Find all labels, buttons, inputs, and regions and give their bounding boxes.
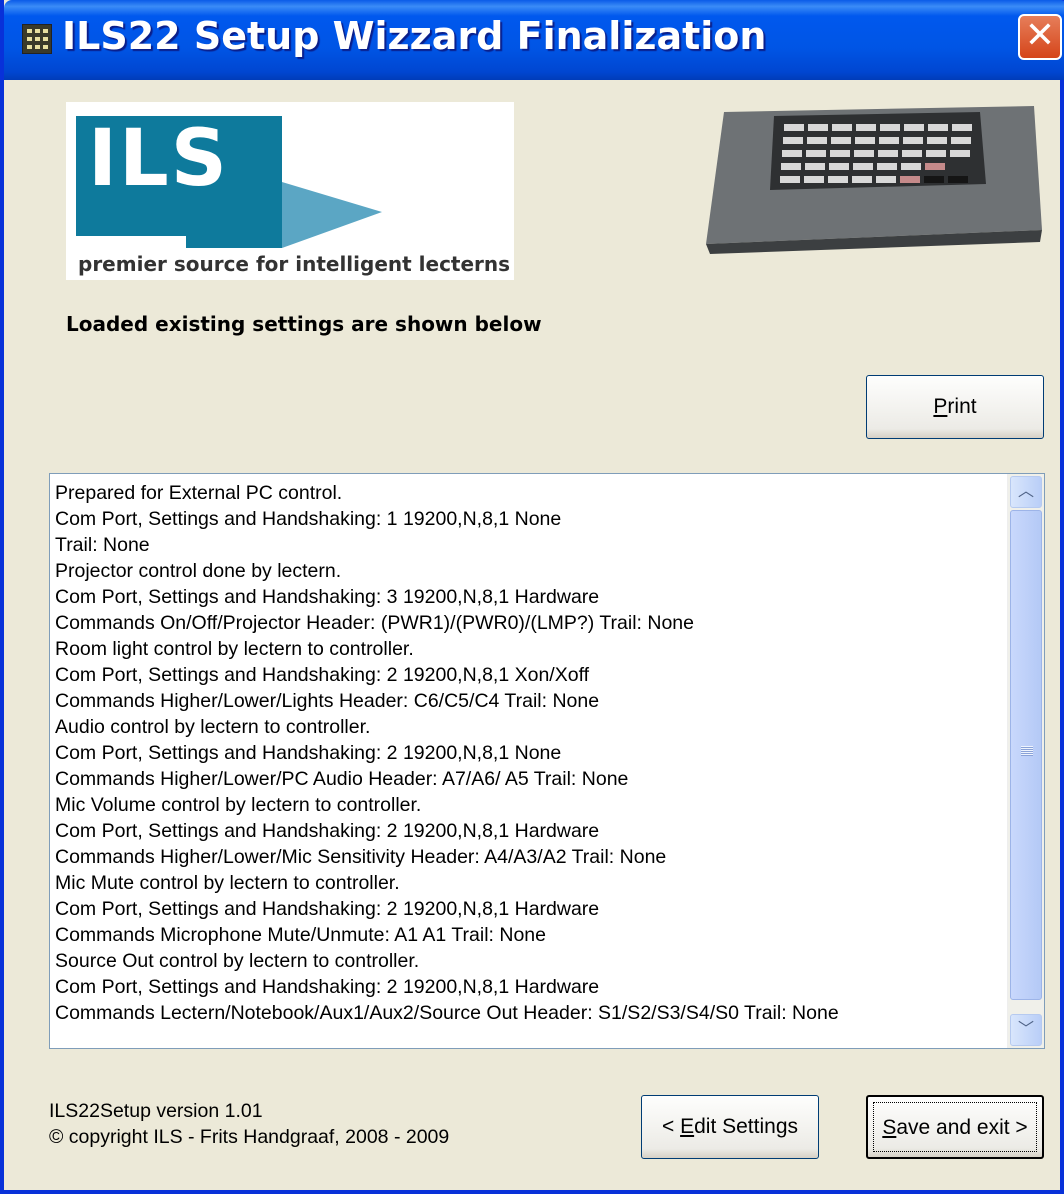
scroll-up-button[interactable]: ︿ xyxy=(1010,476,1042,508)
edit-settings-button[interactable]: < Edit Settings xyxy=(641,1095,819,1159)
settings-line: Trail: None xyxy=(55,534,150,556)
settings-line: Com Port, Settings and Handshaking: 3 19… xyxy=(55,586,600,608)
title-bar[interactable]: ILS22 Setup Wizzard Finalization ✕ xyxy=(4,0,1064,80)
window-title: ILS22 Setup Wizzard Finalization xyxy=(62,14,767,58)
settings-summary-textarea[interactable]: Prepared for External PC control. Com Por… xyxy=(49,473,1045,1049)
scroll-grip-icon xyxy=(1021,746,1033,756)
edit-prefix: < xyxy=(661,1115,681,1138)
wizard-window: ILS22 Setup Wizzard Finalization ✕ ILS p… xyxy=(0,0,1064,1194)
settings-line: Com Port, Settings and Handshaking: 1 19… xyxy=(55,508,562,530)
print-mnemonic: P xyxy=(933,395,948,418)
settings-line: Room light control by lectern to control… xyxy=(55,638,414,660)
settings-line: Com Port, Settings and Handshaking: 2 19… xyxy=(55,820,600,842)
settings-line: Prepared for External PC control. xyxy=(55,482,343,504)
settings-line: Commands Higher/Lower/Mic Sensitivity He… xyxy=(55,846,667,868)
settings-line: Commands Lectern/Notebook/Aux1/Aux2/Sour… xyxy=(55,1002,839,1024)
settings-line: Com Port, Settings and Handshaking: 2 19… xyxy=(55,664,590,686)
lectern-panel-image xyxy=(704,102,1044,256)
scroll-down-icon: ﹀ xyxy=(1017,1021,1034,1038)
close-button[interactable]: ✕ xyxy=(1018,14,1062,60)
settings-line: Projector control done by lectern. xyxy=(55,560,342,582)
lectern-keypad-icon xyxy=(706,106,1042,254)
settings-line: Commands On/Off/Projector Header: (PWR1)… xyxy=(55,612,694,634)
settings-line: Com Port, Settings and Handshaking: 2 19… xyxy=(55,742,562,764)
settings-line: Commands Microphone Mute/Unmute: A1 A1 T… xyxy=(55,924,546,946)
settings-line: Commands Higher/Lower/PC Audio Header: A… xyxy=(55,768,629,790)
focus-rectangle xyxy=(873,1102,1037,1152)
close-icon: ✕ xyxy=(1024,15,1056,56)
save-and-exit-button[interactable]: Save and exit > xyxy=(866,1095,1044,1159)
scroll-up-icon: ︿ xyxy=(1017,483,1034,500)
version-text: ILS22Setup version 1.01 xyxy=(49,1100,263,1122)
settings-line: Com Port, Settings and Handshaking: 2 19… xyxy=(55,898,600,920)
scroll-thumb[interactable] xyxy=(1010,510,1042,1000)
logo-tagline: premier source for intelligent lecterns xyxy=(78,252,511,276)
settings-line: Source Out control by lectern to control… xyxy=(55,950,420,972)
footer-info: ILS22Setup version 1.01 © copyright ILS … xyxy=(49,1098,449,1150)
status-label: Loaded existing settings are shown below xyxy=(66,312,542,336)
app-keypad-icon[interactable] xyxy=(22,24,52,54)
settings-line: Mic Mute control by lectern to controlle… xyxy=(55,872,400,894)
print-button[interactable]: Print xyxy=(866,375,1044,439)
edit-mnemonic: E xyxy=(680,1115,695,1138)
print-label: rint xyxy=(947,395,977,418)
settings-line: Audio control by lectern to controller. xyxy=(55,716,371,738)
copyright-text: © copyright ILS - Frits Handgraaf, 2008 … xyxy=(49,1126,450,1148)
settings-line: Commands Higher/Lower/Lights Header: C6/… xyxy=(55,690,600,712)
ils-logo: ILS premier source for intelligent lecte… xyxy=(66,102,514,280)
logo-swoosh-icon xyxy=(186,182,382,248)
settings-lines: Prepared for External PC control. Com Por… xyxy=(55,480,1004,1026)
edit-label: dit Settings xyxy=(694,1115,799,1138)
vertical-scrollbar[interactable]: ︿ ﹀ xyxy=(1007,474,1044,1048)
scroll-down-button[interactable]: ﹀ xyxy=(1010,1014,1042,1046)
settings-line: Com Port, Settings and Handshaking: 2 19… xyxy=(55,976,600,998)
settings-line: Mic Volume control by lectern to control… xyxy=(55,794,422,816)
